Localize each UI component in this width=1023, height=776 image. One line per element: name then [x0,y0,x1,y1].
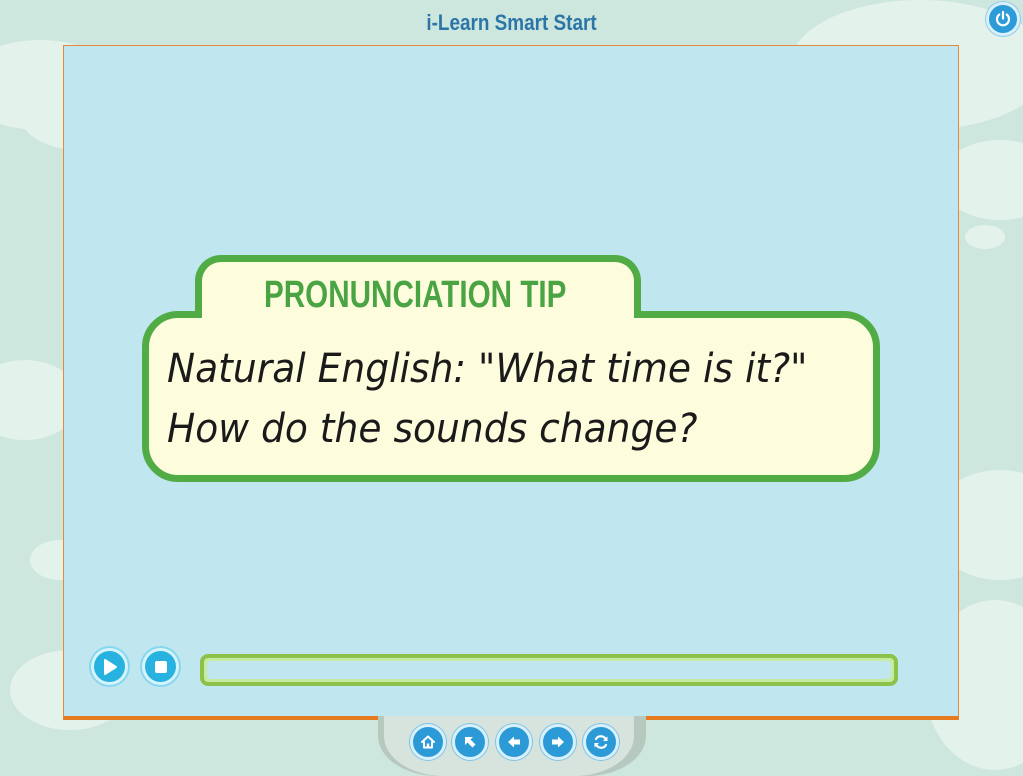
tip-prompt-line: How do the sounds change? [167,406,698,452]
play-button-face [94,651,125,682]
tip-card [142,311,880,482]
tip-heading: PRONUNCIATION TIP [264,274,567,316]
arrow-left-icon [505,733,523,751]
stop-button[interactable] [140,646,181,687]
stop-icon [154,660,168,674]
next-button[interactable] [540,724,576,760]
content-frame: PRONUNCIATION TIP Natural English: "What… [63,45,959,720]
previous-button[interactable] [496,724,532,760]
arrow-up-left-icon [461,733,479,751]
back-to-menu-button[interactable] [452,724,488,760]
stop-button-face [145,651,176,682]
play-icon [102,658,118,676]
tip-question-line: Natural English: "What time is it?" [167,346,808,392]
play-button[interactable] [89,646,130,687]
power-button[interactable] [986,2,1020,36]
app-title: i-Learn Smart Start [426,10,597,35]
audio-progress-bar[interactable] [200,654,898,686]
home-button[interactable] [410,724,446,760]
refresh-button[interactable] [583,724,619,760]
background-cloud [965,225,1005,249]
refresh-icon [592,733,610,751]
power-icon [994,10,1012,28]
home-icon [419,733,437,751]
arrow-right-icon [549,733,567,751]
audio-progress-track [207,661,891,679]
